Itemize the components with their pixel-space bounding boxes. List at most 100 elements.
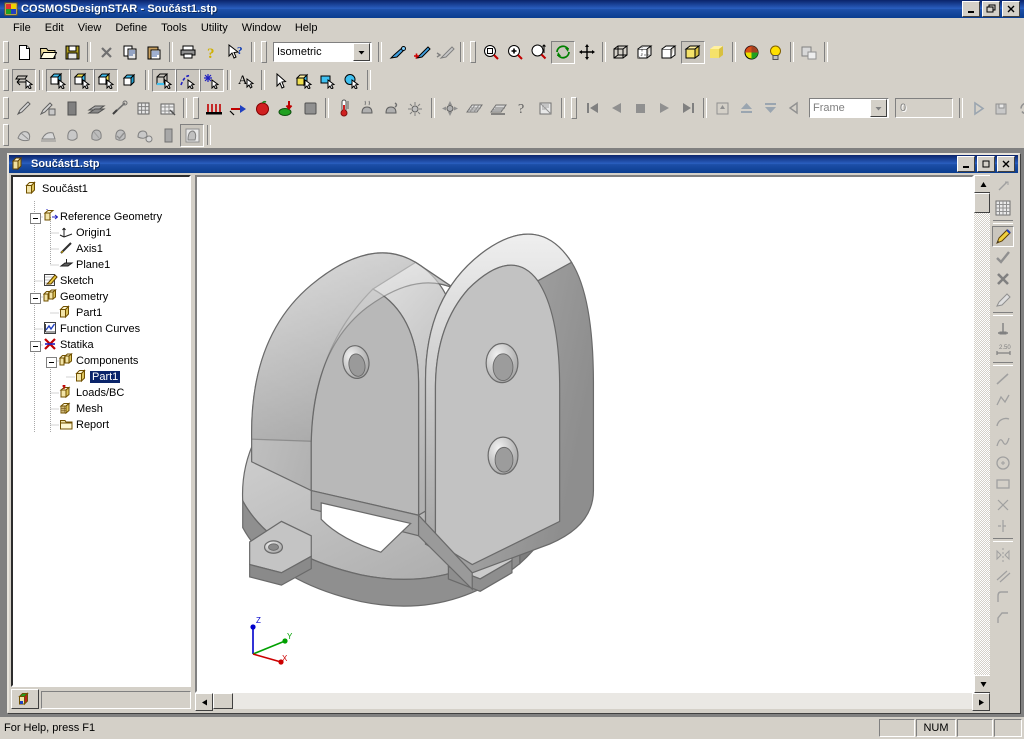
iso-clipping-icon[interactable]	[156, 124, 180, 147]
report-icon[interactable]	[534, 97, 558, 120]
wireframe-icon[interactable]	[609, 41, 633, 64]
view-orientation-combo[interactable]: Isometric	[273, 42, 372, 62]
toolbar-grip[interactable]	[3, 97, 9, 119]
convection-icon[interactable]	[380, 97, 404, 120]
heat-power-icon[interactable]	[356, 97, 380, 120]
cancel-x-icon[interactable]	[992, 268, 1014, 289]
horizontal-scroll-thumb[interactable]	[213, 693, 233, 709]
select-box-icon[interactable]	[316, 69, 340, 92]
tree-node-mesh[interactable]: Mesh	[59, 401, 105, 417]
trim-icon[interactable]	[992, 494, 1014, 515]
result-plot-icon[interactable]	[486, 97, 510, 120]
tree-node-components-part1[interactable]: Part1	[75, 368, 121, 385]
document-minimize-button[interactable]	[957, 156, 975, 172]
section-clipping-icon[interactable]	[739, 41, 763, 64]
dimension-icon[interactable]: 2.50	[992, 339, 1014, 360]
document-close-button[interactable]	[997, 156, 1015, 172]
tree-node-soucast1[interactable]: Součást1	[25, 180, 90, 197]
rotate-icon[interactable]	[551, 40, 575, 64]
select-part-icon[interactable]	[292, 69, 316, 92]
tree-node-plane1[interactable]: Plane1	[59, 257, 112, 273]
toolbar-grip[interactable]	[3, 69, 9, 91]
rewind-icon[interactable]	[782, 97, 806, 120]
close-button[interactable]	[1002, 1, 1020, 17]
save-disk-icon[interactable]	[60, 41, 84, 64]
tree-node-sketch[interactable]: Sketch	[43, 273, 96, 289]
tree-node-reference-geometry[interactable]: Reference Geometry	[43, 208, 164, 225]
tree-node-loads-bc[interactable]: Loads/BC	[59, 383, 126, 401]
datum-icon[interactable]	[992, 318, 1014, 339]
menu-item-tools[interactable]: Tools	[154, 20, 194, 36]
section-plot-icon[interactable]	[180, 123, 204, 147]
select-body-icon[interactable]	[118, 69, 142, 92]
select-curve-icon[interactable]	[176, 68, 200, 92]
tree-expander-geometry[interactable]	[30, 293, 41, 304]
frame-number-input[interactable]: 0	[895, 98, 953, 118]
tree-node-origin1[interactable]: Origin1	[59, 225, 113, 241]
tree-node-components[interactable]: Components	[58, 352, 140, 369]
mesh-control-icon[interactable]	[132, 97, 156, 120]
restraint-icon[interactable]	[202, 97, 226, 120]
tree-expander-statika[interactable]	[30, 341, 41, 352]
accept-check-icon[interactable]	[992, 247, 1014, 268]
run-analysis-icon[interactable]	[438, 97, 462, 120]
context-help-arrow-icon[interactable]: ?	[224, 41, 248, 64]
tree-node-report[interactable]: Report	[59, 417, 111, 433]
design-check-icon[interactable]	[108, 124, 132, 147]
menu-item-file[interactable]: File	[6, 20, 38, 36]
strain-plot-icon[interactable]	[60, 124, 84, 147]
tree-node-statika[interactable]: Statika	[43, 337, 96, 353]
tree-node-axis1[interactable]: Axis1	[59, 241, 105, 257]
step-up-icon[interactable]	[734, 97, 758, 120]
menu-item-help[interactable]: Help	[288, 20, 325, 36]
force-icon[interactable]	[226, 97, 250, 120]
stress-plot-icon[interactable]	[12, 124, 36, 147]
chevron-down-icon[interactable]	[870, 99, 887, 117]
print-icon[interactable]	[176, 41, 200, 64]
select-multi-face-icon[interactable]	[94, 68, 118, 92]
save-animation-icon[interactable]	[990, 97, 1014, 120]
arc-icon[interactable]	[992, 410, 1014, 431]
toolbar-grip[interactable]	[3, 124, 9, 146]
sketch-pencil-icon[interactable]	[992, 226, 1014, 247]
play-icon[interactable]	[652, 97, 676, 120]
menu-item-window[interactable]: Window	[235, 20, 288, 36]
zoom-to-fit-icon[interactable]	[527, 41, 551, 64]
toolbar-grip[interactable]	[3, 41, 9, 63]
center-frame-icon[interactable]	[710, 97, 734, 120]
pointer-arrow-icon[interactable]	[268, 69, 292, 92]
hidden-lines-removed-icon[interactable]	[657, 41, 681, 64]
probe-result-icon[interactable]	[132, 124, 156, 147]
probe-icon[interactable]	[385, 41, 409, 64]
loop-icon[interactable]	[1014, 97, 1024, 120]
tree-node-geometry[interactable]: Geometry	[42, 288, 110, 305]
bearing-load-icon[interactable]	[298, 97, 322, 120]
beam-icon[interactable]	[108, 97, 132, 120]
menu-item-view[interactable]: View	[71, 20, 109, 36]
open-folder-icon[interactable]	[36, 41, 60, 64]
hidden-lines-visible-icon[interactable]	[633, 41, 657, 64]
shaded-with-edges-icon[interactable]	[681, 40, 705, 64]
copy-icon[interactable]	[118, 41, 142, 64]
menu-item-define[interactable]: Define	[108, 20, 154, 36]
model-tab-icon[interactable]	[11, 689, 39, 709]
graphics-viewport[interactable]: Z Y X	[195, 175, 974, 693]
select-all-cursor-icon[interactable]	[12, 68, 36, 92]
shell-icon[interactable]	[84, 97, 108, 120]
about-help-icon[interactable]: ?	[200, 41, 224, 64]
select-solid-icon[interactable]	[46, 68, 70, 92]
render-options-icon[interactable]	[797, 41, 821, 64]
forward-icon[interactable]	[966, 97, 990, 120]
pan-icon[interactable]	[575, 41, 599, 64]
material-picker-icon[interactable]	[12, 97, 36, 120]
vertical-scroll-track[interactable]	[974, 213, 990, 675]
new-icon[interactable]	[12, 41, 36, 64]
tree-expander-components[interactable]	[46, 357, 57, 368]
polyline-icon[interactable]	[992, 389, 1014, 410]
shaded-icon[interactable]	[705, 41, 729, 64]
probe-add-icon[interactable]	[409, 41, 433, 64]
lighting-bulb-icon[interactable]	[763, 41, 787, 64]
tree-expander-reference-geometry[interactable]	[30, 213, 41, 224]
viewport-horizontal-scrollbar[interactable]	[195, 693, 990, 711]
gravity-icon[interactable]	[274, 97, 298, 120]
